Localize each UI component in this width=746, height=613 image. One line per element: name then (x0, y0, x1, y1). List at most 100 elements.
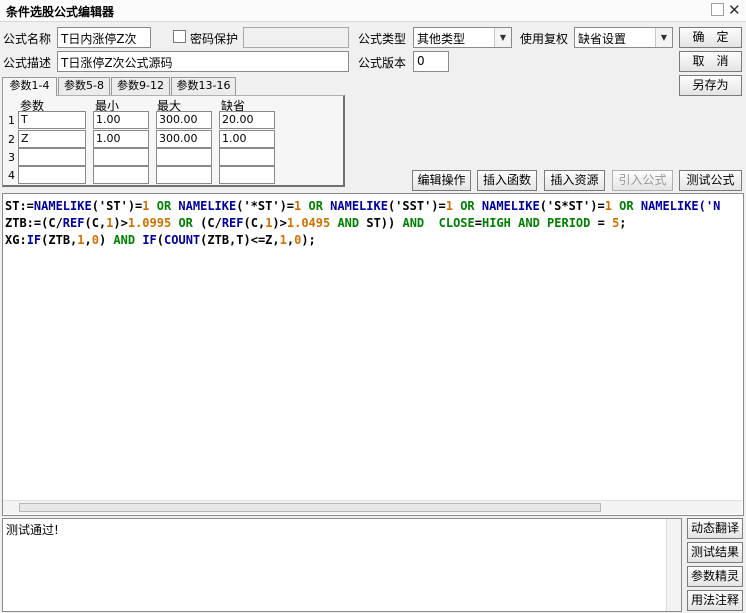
param-min-cell[interactable] (93, 166, 149, 184)
usage-notes-button[interactable]: 用法注释 (687, 590, 743, 611)
code-token: XG: (5, 233, 27, 247)
param-name-cell[interactable] (18, 148, 86, 166)
window-title: 条件选股公式编辑器 (6, 5, 115, 19)
code-token: (ZTB, (41, 233, 78, 247)
param-name-cell[interactable]: Z (18, 130, 86, 148)
param-name-cell[interactable] (18, 166, 86, 184)
code-token: AND (113, 233, 143, 247)
insert-function-button[interactable]: 插入函数 (477, 170, 537, 191)
code-token: NAMELIKE('N (640, 199, 721, 213)
fq-select[interactable]: 缺省设置 ▼ (574, 27, 673, 48)
code-token: ST:= (5, 199, 34, 213)
code-token: ('SST')= (387, 199, 446, 213)
scrollbar-thumb[interactable] (19, 503, 601, 512)
name-field[interactable]: T日内涨停Z次 (57, 27, 151, 48)
code-token: 1.0495 (286, 216, 331, 230)
code-token: OR (611, 199, 641, 213)
tab-params-13-16[interactable]: 参数13-16 (171, 77, 236, 95)
param-row-number: 1 (8, 114, 15, 127)
code-token: (ZTB,T)<=Z, (200, 233, 280, 247)
code-token: OR (301, 199, 331, 213)
code-token: , (84, 233, 92, 247)
test-result-button[interactable]: 测试结果 (687, 542, 743, 563)
code-token: NAMELIKE (178, 199, 237, 213)
param-row-number: 4 (8, 169, 15, 182)
param-default-cell[interactable]: 1.00 (219, 130, 275, 148)
fq-select-value: 缺省设置 (578, 32, 627, 46)
code-token: 1 (604, 199, 612, 213)
code-token: NAMELIKE (33, 199, 92, 213)
save-as-button[interactable]: 另存为 (679, 75, 742, 96)
code-token: ZTB:=(C/ (5, 216, 63, 230)
code-token: (C, (243, 216, 266, 230)
param-max-cell[interactable]: 300.00 (156, 111, 212, 129)
code-token: 1.0995 (127, 216, 172, 230)
tab-params-1-4[interactable]: 参数1-4 (2, 77, 57, 96)
code-token: ('S*ST')= (539, 199, 605, 213)
chevron-down-icon[interactable]: ▼ (494, 28, 511, 47)
import-formula-button[interactable]: 引入公式 (612, 170, 673, 191)
code-token: )> (272, 216, 287, 230)
code-token: ('*ST')= (236, 199, 295, 213)
code-token: PERIOD (547, 216, 591, 230)
code-editor[interactable]: ST:=NAMELIKE('ST')=1 OR NAMELIKE('*ST')=… (2, 193, 744, 516)
code-token: = (474, 216, 482, 230)
code-token: OR (149, 199, 179, 213)
code-token: OR (452, 199, 482, 213)
type-label: 公式类型 (358, 32, 407, 46)
param-min-cell[interactable] (93, 148, 149, 166)
tab-params-9-12[interactable]: 参数9-12 (111, 77, 170, 95)
param-row-number: 2 (8, 133, 15, 146)
output-panel[interactable]: 测试通过! (2, 518, 682, 612)
code-token: COUNT (164, 233, 201, 247)
param-max-cell[interactable] (156, 166, 212, 184)
code-token: CLOSE (438, 216, 475, 230)
param-min-cell[interactable]: 1.00 (93, 111, 149, 129)
code-token: HIGH (481, 216, 511, 230)
insert-resource-button[interactable]: 插入资源 (544, 170, 605, 191)
version-field[interactable]: 0 (413, 51, 449, 72)
code-token: REF (221, 216, 244, 230)
code-token: ); (301, 233, 316, 247)
type-select[interactable]: 其他类型 ▼ (413, 27, 512, 48)
param-default-cell[interactable]: 20.00 (219, 111, 275, 129)
ok-button[interactable]: 确 定 (679, 27, 742, 48)
code-line[interactable]: ZTB:=(C/REF(C,1)>1.0995 OR (C/REF(C,1)>1… (5, 215, 627, 231)
dynamic-translate-button[interactable]: 动态翻译 (687, 518, 743, 539)
horizontal-scrollbar[interactable] (3, 500, 742, 514)
param-default-cell[interactable] (219, 148, 275, 166)
code-token: 1 (142, 199, 150, 213)
tab-params-5-8[interactable]: 参数5-8 (58, 77, 110, 95)
code-line[interactable]: XG:IF(ZTB,1,0) AND IF(COUNT(ZTB,T)<=Z,1,… (5, 232, 316, 248)
param-row-number: 3 (8, 151, 15, 164)
vertical-scrollbar[interactable] (666, 519, 681, 611)
password-field[interactable] (243, 27, 349, 48)
desc-field[interactable]: T日涨停Z次公式源码 (57, 51, 349, 72)
password-checkbox[interactable] (173, 30, 186, 43)
code-token: IF (26, 233, 42, 247)
code-token: )> (113, 216, 128, 230)
param-name-cell[interactable]: T (18, 111, 86, 129)
cancel-button[interactable]: 取 消 (679, 51, 742, 72)
output-text: 测试通过! (6, 523, 59, 537)
code-token: 0 (91, 233, 99, 247)
param-tuning-button[interactable]: 参数精灵 (687, 566, 743, 587)
code-token: ('ST')= (91, 199, 143, 213)
param-max-cell[interactable] (156, 148, 212, 166)
version-label: 公式版本 (358, 56, 407, 70)
param-min-cell[interactable]: 1.00 (93, 130, 149, 148)
test-formula-button[interactable]: 测试公式 (679, 170, 742, 191)
param-max-cell[interactable]: 300.00 (156, 130, 212, 148)
edit-ops-button[interactable]: 编辑操作 (412, 170, 471, 191)
code-token: , (286, 233, 295, 247)
maximize-icon[interactable] (711, 3, 724, 16)
code-token: (C/ (200, 216, 222, 230)
type-select-value: 其他类型 (417, 32, 466, 46)
param-default-cell[interactable] (219, 166, 275, 184)
code-token: ; (619, 216, 627, 230)
chevron-down-icon[interactable]: ▼ (655, 28, 672, 47)
code-line[interactable]: ST:=NAMELIKE('ST')=1 OR NAMELIKE('*ST')=… (5, 198, 720, 214)
close-icon[interactable]: ✕ (728, 1, 741, 19)
fq-label: 使用复权 (520, 32, 569, 46)
